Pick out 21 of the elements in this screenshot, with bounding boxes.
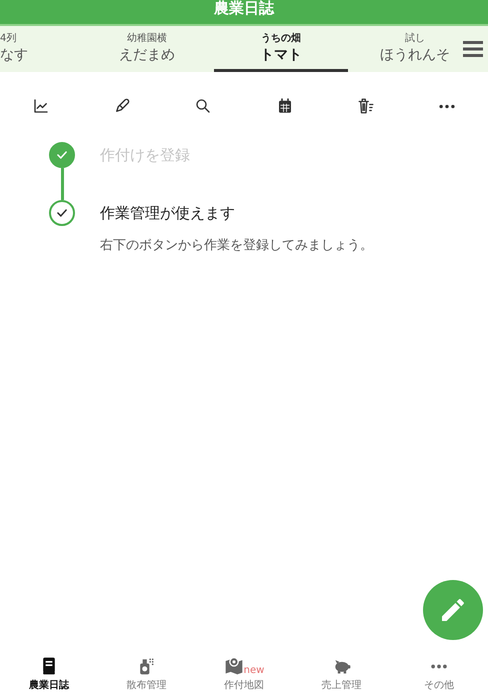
tab[interactable]: 幼稚園横 えだまめ	[80, 26, 214, 72]
chart-icon[interactable]	[32, 97, 50, 115]
step-title: 作業管理が使えます	[100, 203, 236, 224]
pencil-icon	[442, 599, 464, 621]
step-description: 右下のボタンから作業を登録してみましょう。	[100, 237, 373, 254]
tab[interactable]: 試し ほうれんそ	[348, 26, 482, 72]
menu-icon[interactable]	[463, 40, 483, 58]
more-icon[interactable]	[439, 104, 456, 108]
delete-list-icon[interactable]	[356, 97, 375, 115]
tab[interactable]: 4列 なす	[0, 26, 80, 72]
nav-tab[interactable]: new 作付地図	[195, 646, 293, 696]
nav-tab[interactable]: 散布管理	[98, 646, 196, 696]
nav-tab[interactable]: 売上管理	[292, 646, 390, 696]
search-icon[interactable]	[194, 97, 212, 115]
app-title: 農業日誌	[214, 0, 274, 16]
nav-tab[interactable]: その他	[390, 646, 488, 696]
map-pin-icon	[224, 656, 244, 676]
new-label: new	[244, 665, 264, 676]
step-title: 作付けを登録	[100, 145, 190, 166]
more-icon	[431, 664, 448, 669]
nav-tab[interactable]: 農業日誌	[0, 646, 98, 696]
